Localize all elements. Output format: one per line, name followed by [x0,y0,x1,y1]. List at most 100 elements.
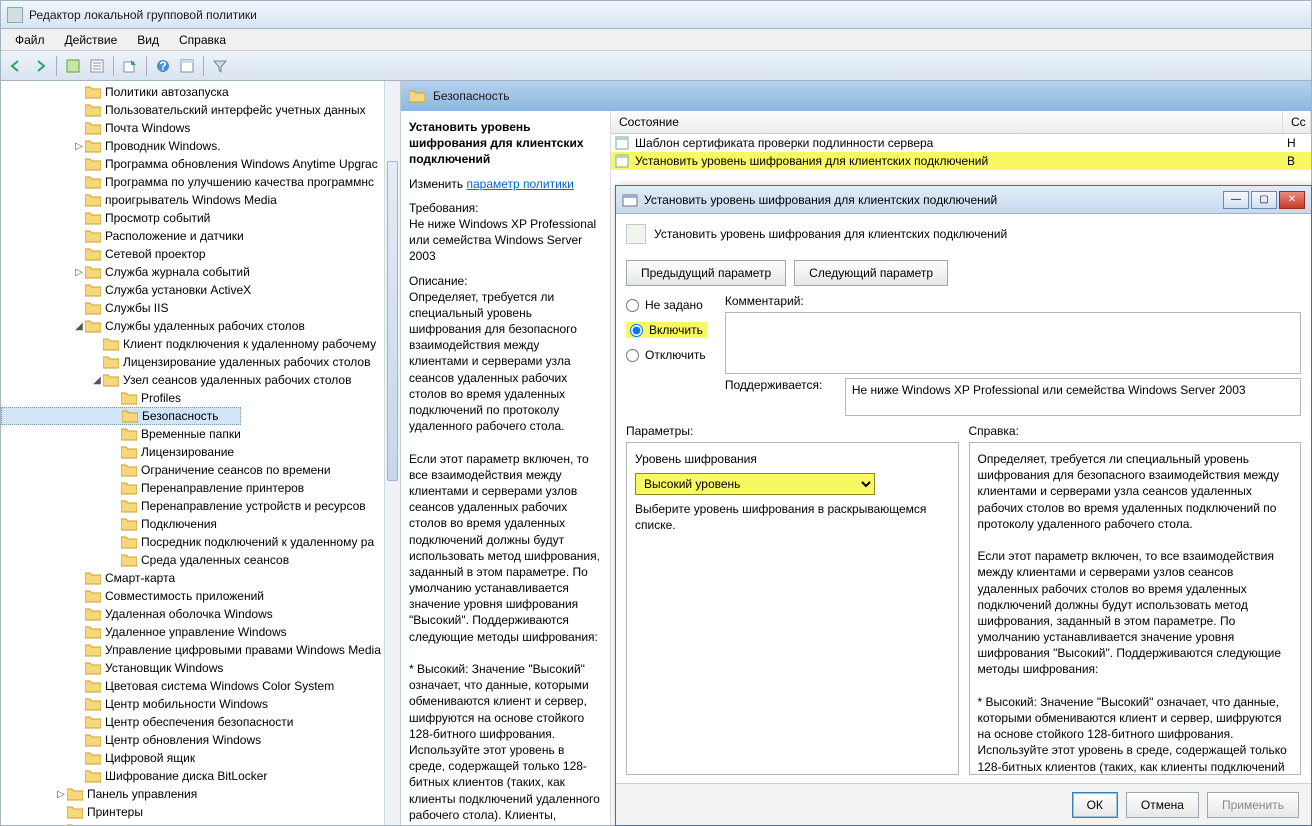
tree-label: Среда удаленных сеансов [141,553,289,567]
description-pane: Установить уровень шифрования для клиент… [401,111,611,825]
props2-icon[interactable] [176,55,198,77]
tree-item[interactable]: Перенаправление принтеров [1,479,400,497]
tree-item[interactable]: Лицензирование [1,443,400,461]
menu-file[interactable]: Файл [5,30,55,50]
tree-label: Шифрование диска BitLocker [105,769,267,783]
filter-icon[interactable] [209,55,231,77]
tree-item[interactable]: Цветовая система Windows Color System [1,677,400,695]
policy-row[interactable]: Установить уровень шифрования для клиент… [611,152,1311,170]
tree-item[interactable]: ▷Служба журнала событий [1,263,400,281]
params-label: Параметры: [626,424,959,438]
tree-item[interactable]: ◢Службы удаленных рабочих столов [1,317,400,335]
prop-icon[interactable] [62,55,84,77]
expand-icon[interactable]: ▷ [55,825,67,826]
tree-item[interactable]: Подключения [1,515,400,533]
desc-label: Описание: [409,274,468,288]
radio-disabled[interactable]: Отключить [626,348,707,362]
menu-action[interactable]: Действие [55,30,128,50]
expand-icon[interactable]: ◢ [73,321,85,332]
tree-item[interactable]: Пользовательский интерфейс учетных данны… [1,101,400,119]
tree-item[interactable]: Клиент подключения к удаленному рабочему [1,335,400,353]
tree-item[interactable]: Центр мобильности Windows [1,695,400,713]
radio-enabled[interactable]: Включить [626,322,707,338]
col-c[interactable]: Сс [1283,111,1311,133]
expand-icon[interactable]: ▷ [55,789,67,800]
expand-icon[interactable]: ▷ [73,141,85,152]
menu-help[interactable]: Справка [169,30,236,50]
close-button[interactable]: ✕ [1279,191,1305,209]
tree-item[interactable]: Ограничение сеансов по времени [1,461,400,479]
cancel-button[interactable]: Отмена [1126,792,1199,818]
help-body[interactable]: Определяет, требуется ли специальный уро… [969,442,1302,775]
comment-textarea[interactable] [725,312,1301,374]
tree-item[interactable]: Расположение и датчики [1,227,400,245]
tree-item[interactable]: Политики автозапуска [1,83,400,101]
tree-item[interactable]: Установщик Windows [1,659,400,677]
policy-row[interactable]: Шаблон сертификата проверки подлинности … [611,134,1311,152]
tree-item[interactable]: Удаленная оболочка Windows [1,605,400,623]
prev-setting-button[interactable]: Предыдущий параметр [626,260,786,286]
edit-policy-link[interactable]: параметр политики [466,177,573,191]
tree-item[interactable]: ▷Проводник Windows. [1,137,400,155]
ok-button[interactable]: ОК [1072,792,1118,818]
tree-item[interactable]: Profiles [1,389,400,407]
tree-item[interactable]: Управление цифровыми правами Windows Med… [1,641,400,659]
folder-icon [85,769,101,783]
tree-item[interactable]: проигрыватель Windows Media [1,191,400,209]
minimize-button[interactable]: — [1223,191,1249,209]
tree-label: Перенаправление устройств и ресурсов [141,499,366,513]
window-title: Редактор локальной групповой политики [29,8,257,22]
tree-label: Центр обновления Windows [105,733,261,747]
radio-not-configured[interactable]: Не задано [626,298,707,312]
tree-label: Лицензирование [141,445,234,459]
back-icon[interactable] [5,55,27,77]
tree-item[interactable]: Программа по улучшению качества программ… [1,173,400,191]
folder-icon [121,427,137,441]
list-icon[interactable] [86,55,108,77]
tree-label: Сетевой проектор [105,247,206,261]
tree-item[interactable]: Принтеры [1,803,400,821]
tree-item[interactable]: Служба установки ActiveX [1,281,400,299]
expand-icon[interactable]: ◢ [91,375,103,386]
folder-icon [103,373,119,387]
tree-item[interactable]: ▷Панель управления [1,785,400,803]
tree-item[interactable]: Просмотр событий [1,209,400,227]
apply-button[interactable]: Применить [1207,792,1299,818]
tree-label: Цветовая система Windows Color System [105,679,334,693]
tree-item[interactable]: Посредник подключений к удаленному ра [1,533,400,551]
tree-item[interactable]: Цифровой ящик [1,749,400,767]
folder-icon [85,319,101,333]
tree-item[interactable]: ▷Сеть [1,821,400,825]
tree-item[interactable]: Центр обновления Windows [1,731,400,749]
tree-item[interactable]: Временные папки [1,425,400,443]
tree-label: Программа по улучшению качества программ… [105,175,374,189]
export-icon[interactable] [119,55,141,77]
tree-item[interactable]: Смарт-карта [1,569,400,587]
folder-icon [85,661,101,675]
tree-item[interactable]: ◢Узел сеансов удаленных рабочих столов [1,371,400,389]
tree-item[interactable]: Шифрование диска BitLocker [1,767,400,785]
tree-item[interactable]: Лицензирование удаленных рабочих столов [1,353,400,371]
tree-item[interactable]: Почта Windows [1,119,400,137]
tree-item[interactable]: Перенаправление устройств и ресурсов [1,497,400,515]
help-icon[interactable]: ? [152,55,174,77]
expand-icon[interactable]: ▷ [73,267,85,278]
tree-scrollbar[interactable] [384,81,400,825]
col-state[interactable]: Состояние [611,111,1283,133]
forward-icon[interactable] [29,55,51,77]
maximize-button[interactable]: ▢ [1251,191,1277,209]
encryption-level-select[interactable]: Высокий уровень [635,473,875,495]
tree-item[interactable]: Сетевой проектор [1,245,400,263]
next-setting-button[interactable]: Следующий параметр [794,260,948,286]
tree-pane[interactable]: Политики автозапускаПользовательский инт… [1,81,401,825]
tree-item[interactable]: Среда удаленных сеансов [1,551,400,569]
menu-view[interactable]: Вид [127,30,169,50]
tree-item[interactable]: Программа обновления Windows Anytime Upg… [1,155,400,173]
app-icon [7,7,23,23]
dialog-titlebar[interactable]: Установить уровень шифрования для клиент… [616,186,1311,214]
tree-item[interactable]: Безопасность [1,407,241,425]
tree-item[interactable]: Совместимость приложений [1,587,400,605]
tree-item[interactable]: Службы IIS [1,299,400,317]
tree-item[interactable]: Удаленное управление Windows [1,623,400,641]
tree-item[interactable]: Центр обеспечения безопасности [1,713,400,731]
